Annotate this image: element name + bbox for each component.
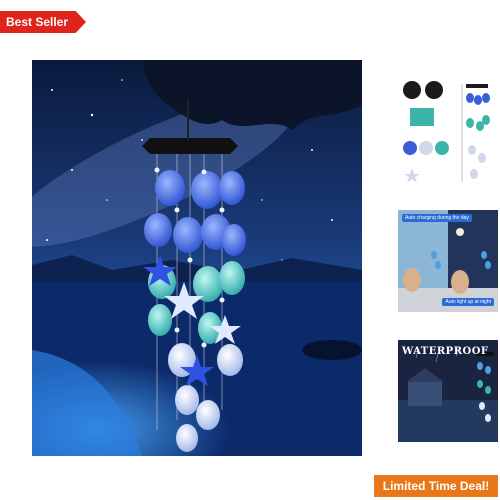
charging-scene xyxy=(398,210,498,312)
main-product-image[interactable] xyxy=(32,60,362,456)
limited-time-deal-badge: Limited Time Deal! xyxy=(374,475,498,497)
thumbnail-dimensions[interactable] xyxy=(398,78,498,190)
best-seller-badge: Best Seller xyxy=(0,11,86,33)
waterproof-title: WATERPROOF xyxy=(402,346,489,357)
night-light-caption: Auto light up at night xyxy=(442,298,494,306)
wind-chime-scene xyxy=(32,60,362,456)
dimensions-diagram xyxy=(403,81,490,183)
thumbnail-charging[interactable]: Auto charging during the day Auto light … xyxy=(398,210,498,312)
thumbnail-waterproof[interactable]: WATERPROOF xyxy=(398,340,498,442)
day-charging-caption: Auto charging during the day xyxy=(402,214,472,222)
